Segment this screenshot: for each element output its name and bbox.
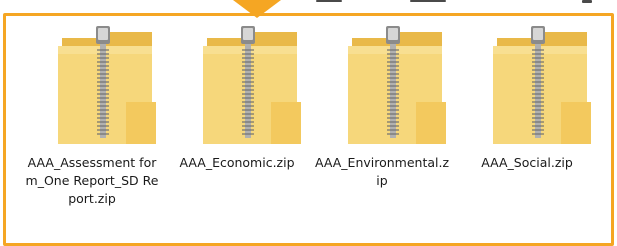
file-name: AAA_Social.zip [481,155,573,170]
zip-folder-icon [493,26,591,146]
zip-folder-icon [348,26,446,146]
clipped-title-fragment [0,0,617,4]
file-name: AAA_Economic.zip [179,155,295,170]
zip-folder-icon [58,26,156,146]
zip-folder-icon [203,26,301,146]
file-grid: AAA_Assessment form_One Report_SD Report… [24,26,604,240]
file-name: AAA_Environmental.zip [314,155,450,188]
file-name: AAA_Assessment form_One Report_SD Report… [25,155,159,206]
